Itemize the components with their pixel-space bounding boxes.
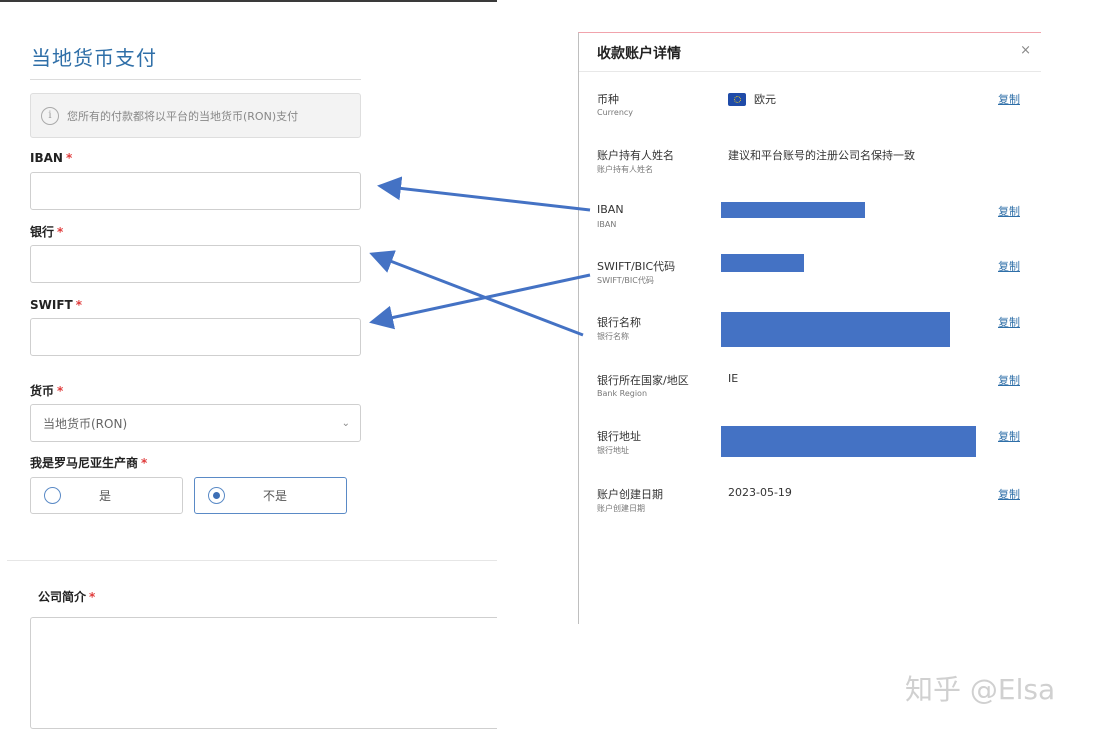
arrow-iban <box>377 176 591 212</box>
arrow-swift <box>369 273 591 330</box>
watermark: 知乎 @Elsa <box>905 673 1056 706</box>
arrow-bank-name <box>369 250 584 337</box>
annotation-arrows <box>369 176 591 337</box>
